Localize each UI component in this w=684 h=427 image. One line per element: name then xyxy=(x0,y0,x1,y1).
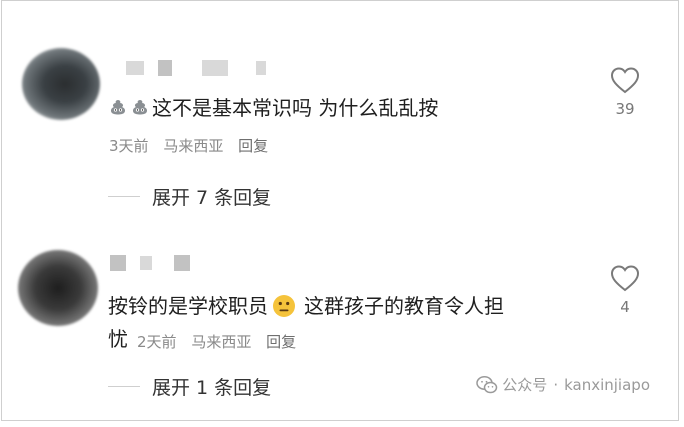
username-blurred[interactable] xyxy=(110,255,190,271)
comment-time: 2天前 xyxy=(137,333,177,351)
expand-replies-button[interactable]: 展开 1 条回复 xyxy=(108,373,271,400)
expand-replies-button[interactable]: 展开 7 条回复 xyxy=(108,183,271,210)
comment-body: 这不是基本常识吗 为什么乱乱按 xyxy=(152,96,439,120)
heart-icon xyxy=(610,265,640,292)
comment-body-line2: 忧 xyxy=(108,327,128,351)
avatar[interactable] xyxy=(18,250,98,326)
expand-replies-label: 展开 1 条回复 xyxy=(152,377,272,399)
comment-body-part1: 按铃的是学校职员 xyxy=(108,294,268,318)
comment-panel xyxy=(1,0,679,421)
comment-body-part2: 这群孩子的教育令人担 xyxy=(304,294,504,318)
watermark-separator: · xyxy=(553,375,559,394)
comment-text: 这不是基本常识吗 为什么乱乱按 xyxy=(108,95,438,121)
like-count: 39 xyxy=(615,100,635,118)
username-blurred[interactable] xyxy=(126,60,266,76)
wechat-icon xyxy=(476,375,498,393)
reply-button[interactable]: 回复 xyxy=(238,137,268,155)
comment-text: 按铃的是学校职员 这群孩子的教育令人担 xyxy=(108,293,504,319)
neutral-face-emoji xyxy=(272,294,296,318)
divider-line xyxy=(108,196,140,197)
comment-location: 马来西亚 xyxy=(191,333,252,351)
poop-emoji xyxy=(108,98,128,118)
heart-icon xyxy=(610,67,640,94)
watermark-source: 公众号 xyxy=(502,376,548,394)
watermark: 公众号 · kanxinjiapo xyxy=(476,374,650,395)
comment-location: 马来西亚 xyxy=(163,137,224,155)
avatar[interactable] xyxy=(22,48,100,120)
comment-meta: 3天前 马来西亚 回复 xyxy=(109,135,278,156)
like-button[interactable]: 39 xyxy=(605,66,645,118)
watermark-account: kanxinjiapo xyxy=(564,375,650,394)
poop-emoji xyxy=(130,98,150,118)
comment-time: 3天前 xyxy=(109,137,149,155)
comment-text-line2: 忧 xyxy=(108,326,128,352)
comment-meta: 2天前 马来西亚 回复 xyxy=(137,331,306,352)
reply-button[interactable]: 回复 xyxy=(266,333,296,351)
like-button[interactable]: 4 xyxy=(605,264,645,316)
expand-replies-label: 展开 7 条回复 xyxy=(152,187,272,209)
divider-line xyxy=(108,386,140,387)
like-count: 4 xyxy=(620,298,630,316)
